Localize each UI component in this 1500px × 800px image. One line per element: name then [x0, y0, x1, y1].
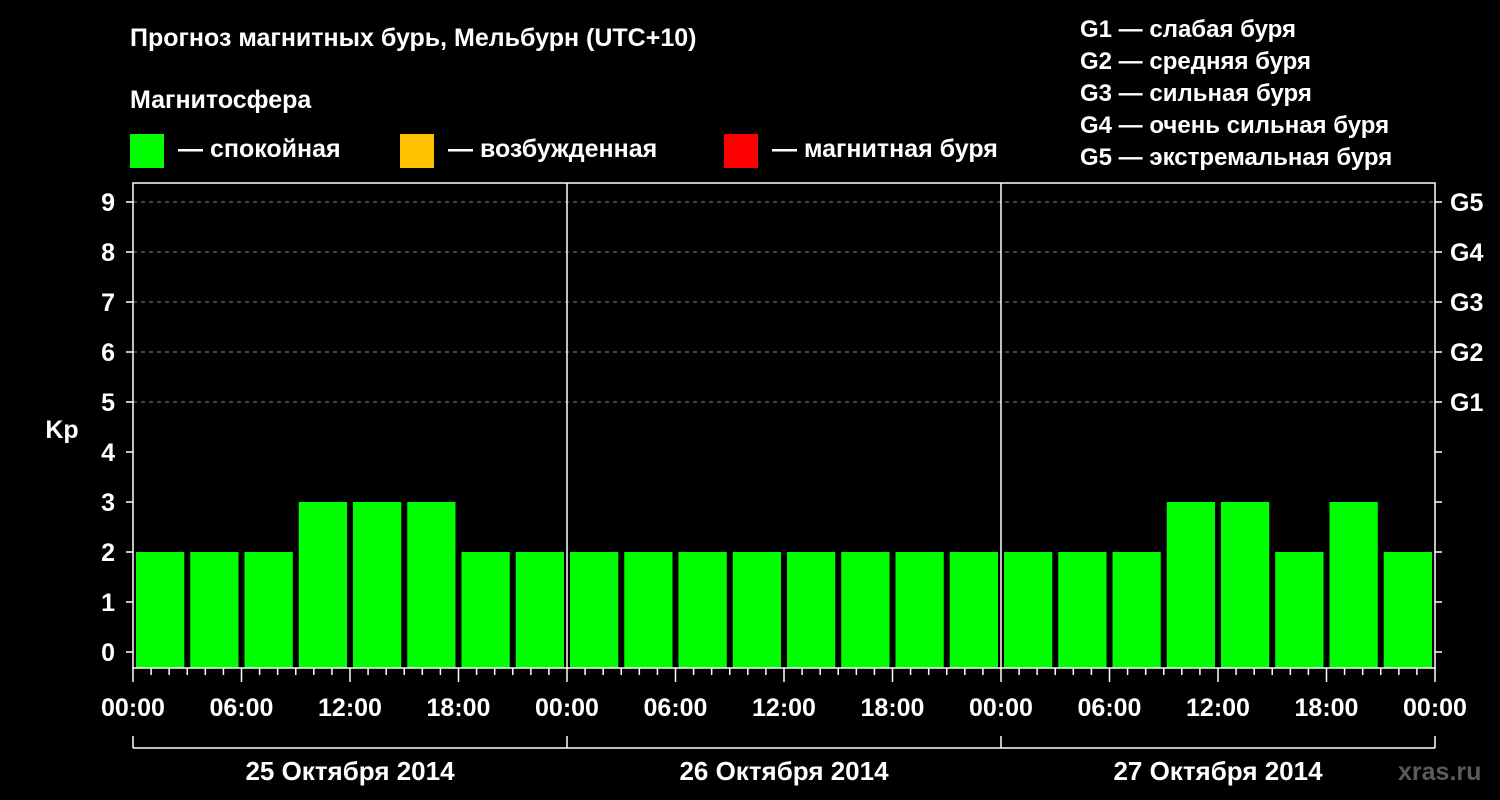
x-tick-label: 12:00	[1186, 694, 1250, 722]
day-label: 25 Октября 2014	[245, 756, 455, 786]
y-tick-label: 2	[101, 539, 115, 567]
kp-bar	[298, 502, 347, 668]
storm-scale-g1: G1 — слабая буря	[1080, 16, 1297, 43]
y-tick-label: 9	[101, 189, 115, 217]
legend-text-excited: — возбужденная	[448, 135, 658, 163]
x-tick-label: 00:00	[969, 694, 1033, 722]
storm-scale-g3: G3 — сильная буря	[1080, 80, 1312, 107]
x-tick-label: 00:00	[535, 694, 599, 722]
kp-bar	[1383, 552, 1432, 668]
kp-bar	[570, 552, 619, 668]
kp-bar	[190, 552, 239, 668]
y-tick-label: 4	[101, 439, 115, 467]
y-tick-label: 0	[101, 639, 115, 667]
kp-bar	[407, 502, 456, 668]
right-axis-label-g5: G5	[1450, 189, 1483, 217]
x-tick-label: 12:00	[752, 694, 816, 722]
kp-bar	[1329, 502, 1378, 668]
kp-bar	[787, 552, 836, 668]
legend-text-storm: — магнитная буря	[772, 135, 998, 163]
day-label: 27 Октября 2014	[1113, 756, 1323, 786]
legend-swatch-excited	[400, 134, 434, 168]
x-tick-label: 18:00	[427, 694, 491, 722]
day-label: 26 Октября 2014	[679, 756, 889, 786]
x-tick-label: 06:00	[210, 694, 274, 722]
kp-bar	[678, 552, 727, 668]
y-axis-label: Kp	[45, 416, 78, 444]
kp-bar	[949, 552, 998, 668]
x-tick-label: 12:00	[318, 694, 382, 722]
x-tick-label: 18:00	[1295, 694, 1359, 722]
x-tick-label: 18:00	[861, 694, 925, 722]
kp-bar	[624, 552, 673, 668]
y-tick-label: 1	[101, 589, 115, 617]
storm-scale-list: G1 — слабая буря G2 — средняя буря G3 — …	[1080, 14, 1392, 174]
page-title: Прогноз магнитных бурь, Мельбурн (UTC+10…	[130, 24, 697, 52]
y-tick-label: 5	[101, 389, 115, 417]
kp-bar	[515, 552, 564, 668]
kp-bar	[732, 552, 781, 668]
kp-bar	[841, 552, 890, 668]
legend-swatch-storm	[724, 134, 758, 168]
right-axis-label-g1: G1	[1450, 389, 1483, 417]
x-tick-label: 00:00	[101, 694, 165, 722]
storm-scale-g2: G2 — средняя буря	[1080, 48, 1311, 75]
right-axis-label-g3: G3	[1450, 289, 1483, 317]
x-tick-label: 06:00	[1078, 694, 1142, 722]
right-axis-label-g4: G4	[1450, 239, 1483, 267]
kp-bar	[1058, 552, 1107, 668]
storm-scale-g5: G5 — экстремальная буря	[1080, 144, 1393, 171]
x-tick-label: 06:00	[644, 694, 708, 722]
legend-text-calm: — спокойная	[178, 135, 341, 163]
kp-bar	[353, 502, 402, 668]
y-tick-label: 6	[101, 339, 115, 367]
watermark: xras.ru	[1398, 758, 1482, 786]
kp-bar	[895, 552, 944, 668]
magnetosphere-label: Магнитосфера	[130, 86, 312, 114]
kp-bar	[1275, 552, 1324, 668]
kp-bar	[1004, 552, 1053, 668]
kp-bar	[1166, 502, 1215, 668]
x-tick-label: 00:00	[1403, 694, 1467, 722]
kp-bar	[136, 552, 185, 668]
kp-bar	[1221, 502, 1270, 668]
y-tick-label: 3	[101, 489, 115, 517]
kp-bar	[244, 552, 293, 668]
storm-scale-g4: G4 — очень сильная буря	[1080, 112, 1390, 139]
y-tick-label: 8	[101, 239, 115, 267]
kp-bar	[461, 552, 510, 668]
right-axis-label-g2: G2	[1450, 339, 1483, 367]
y-tick-label: 7	[101, 289, 115, 317]
legend-swatch-calm	[130, 134, 164, 168]
kp-bar	[1112, 552, 1161, 668]
